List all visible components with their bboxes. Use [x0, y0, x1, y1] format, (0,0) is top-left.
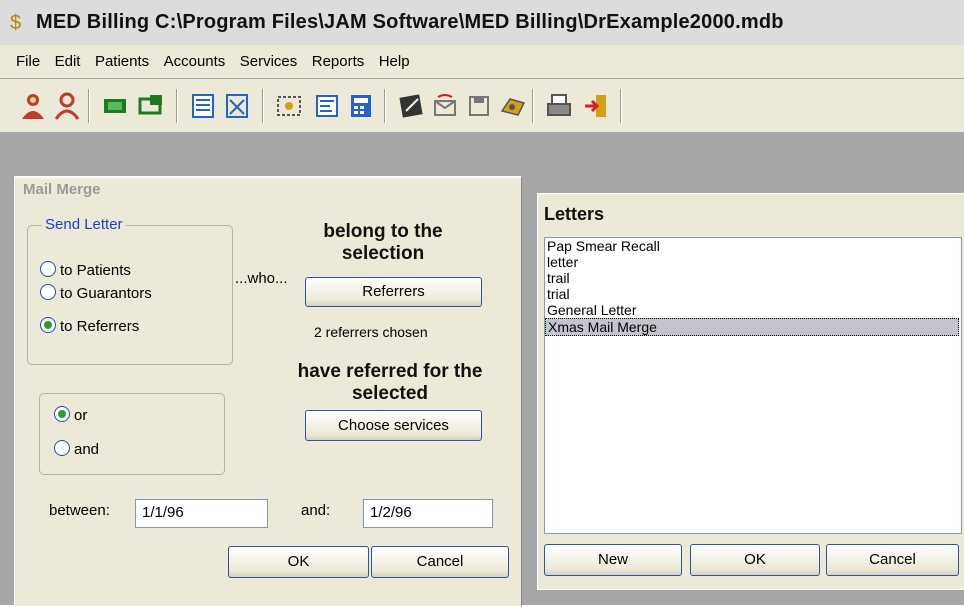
and-label: and: [301, 502, 331, 519]
toolbar-separator [532, 89, 534, 123]
new-letter-button[interactable]: New [544, 544, 682, 576]
radio-label: and [74, 441, 100, 458]
letters-header: Letters [538, 194, 964, 230]
between-date-field[interactable]: 1/1/96 [135, 499, 268, 528]
list-item[interactable]: General Letter [545, 302, 961, 318]
mail-icon[interactable] [430, 91, 460, 121]
dialog-caption: Mail Merge [23, 181, 101, 198]
choose-services-button[interactable]: Choose services [305, 410, 482, 441]
title-bar: $ MED Billing C:\Program Files\JAM Softw… [0, 0, 964, 45]
radio-and[interactable]: and [54, 440, 99, 458]
letters-title: Letters [544, 204, 605, 224]
radio-to-referrers[interactable]: to Referrers [40, 317, 139, 335]
letters-button-row: New OK Cancel [538, 542, 964, 586]
radio-or[interactable]: or [54, 406, 87, 424]
and-date-field[interactable]: 1/2/96 [363, 499, 493, 528]
app-icon: $ [10, 12, 22, 34]
referred-text: have referred for the selected [297, 361, 483, 404]
ok-button[interactable]: OK [228, 546, 369, 578]
list-item[interactable]: trail [545, 270, 961, 286]
radio-indicator [40, 284, 56, 300]
radio-label: to Guarantors [60, 285, 152, 302]
cancel-button[interactable]: Cancel [371, 546, 509, 578]
radio-indicator-selected [40, 317, 56, 333]
toolbar-separator [176, 89, 178, 123]
letters-cancel-button[interactable]: Cancel [826, 544, 959, 576]
list-item[interactable]: letter [545, 254, 961, 270]
toolbar-separator [88, 89, 90, 123]
tools-icon[interactable] [498, 91, 528, 121]
radio-indicator [54, 440, 70, 456]
list-item[interactable]: Pap Smear Recall [545, 238, 961, 254]
account-icon[interactable] [100, 91, 130, 121]
radio-label: or [74, 407, 88, 424]
letters-ok-button[interactable]: OK [690, 544, 820, 576]
notes-icon[interactable] [396, 91, 426, 121]
calculator-icon[interactable] [346, 91, 376, 121]
list-item-selected[interactable]: Xmas Mail Merge [545, 318, 959, 336]
menu-reports[interactable]: Reports [307, 45, 370, 70]
menu-patients[interactable]: Patients [90, 45, 154, 70]
menu-accounts[interactable]: Accounts [159, 45, 231, 70]
toolbar-separator [620, 89, 622, 123]
radio-to-patients[interactable]: to Patients [40, 261, 131, 279]
save-icon[interactable] [464, 91, 494, 121]
radio-indicator-selected [54, 406, 70, 422]
menu-edit[interactable]: Edit [50, 45, 86, 70]
caption-bar [15, 177, 521, 179]
menu-help[interactable]: Help [374, 45, 415, 70]
radio-label: to Patients [60, 262, 131, 279]
patient-search-icon[interactable] [52, 91, 82, 121]
window-title: MED Billing C:\Program Files\JAM Softwar… [36, 11, 784, 33]
menu-bar: File Edit Patients Accounts Services Rep… [0, 45, 964, 79]
between-label: between: [49, 502, 110, 519]
batch-icon[interactable] [274, 91, 304, 121]
toolbar-separator [384, 89, 386, 123]
mail-merge-dialog: Mail Merge Send Letter to Patients to Gu… [14, 176, 522, 607]
report-icon[interactable] [312, 91, 342, 121]
radio-to-guarantors[interactable]: to Guarantors [40, 284, 152, 302]
services-search-icon[interactable] [222, 91, 252, 121]
referrers-button[interactable]: Referrers [305, 277, 482, 307]
radio-indicator [40, 261, 56, 277]
letters-window: Letters Pap Smear Recall letter trail tr… [537, 193, 964, 590]
radio-label: to Referrers [60, 318, 140, 335]
letters-list[interactable]: Pap Smear Recall letter trail trial Gene… [544, 237, 962, 534]
send-letter-title: Send Letter [42, 216, 126, 233]
who-label: ...who... [235, 270, 288, 287]
menu-services[interactable]: Services [235, 45, 303, 70]
belong-text: belong to the selection [323, 221, 443, 264]
services-icon[interactable] [188, 91, 218, 121]
menu-file[interactable]: File [0, 45, 45, 70]
toolbar [0, 79, 964, 133]
referrers-status: 2 referrers chosen [314, 324, 428, 340]
toolbar-separator [262, 89, 264, 123]
account-search-icon[interactable] [136, 91, 166, 121]
printer-icon[interactable] [544, 91, 574, 121]
patient-icon[interactable] [18, 91, 48, 121]
list-item[interactable]: trial [545, 286, 961, 302]
exit-icon[interactable] [582, 91, 612, 121]
